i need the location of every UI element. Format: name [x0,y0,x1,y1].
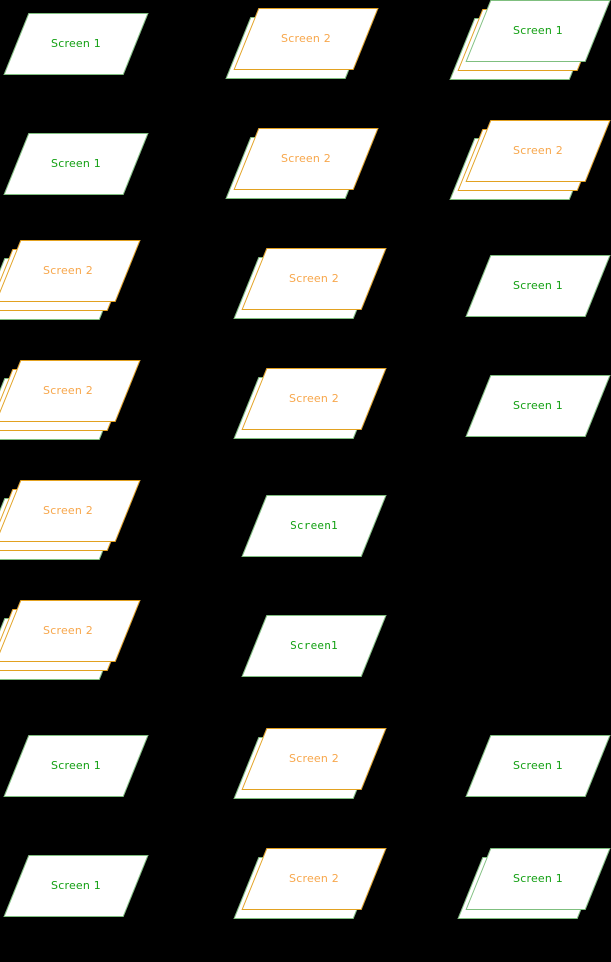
grid-cell-r5c2: Screen1 [238,487,423,602]
shape-stack[interactable]: Screen 1 [462,247,611,362]
parallelogram-green-layer-0[interactable]: Screen1 [241,495,387,557]
grid-cell-r3c2: Screen 2 [233,240,423,355]
shape-stack[interactable]: Screen 2 [0,592,177,707]
parallelogram-green-layer-2[interactable]: Screen 1 [465,0,611,62]
grid-cell-r4c1: Screen 2 [0,352,177,467]
parallelogram-orange-layer-1[interactable]: Screen 2 [241,848,387,910]
shape-label: Screen 1 [513,872,563,885]
parallelogram-orange-layer-1[interactable]: Screen 2 [233,8,379,70]
shape-stack[interactable]: Screen 2 [225,120,415,235]
parallelogram-green-layer-0[interactable]: Screen 1 [465,375,611,437]
shape-label: Screen 2 [43,384,93,397]
shape-stack[interactable]: Screen 1 [462,367,611,482]
shape-label: Screen 2 [289,872,339,885]
parallelogram-green-layer-0[interactable]: Screen 1 [465,735,611,797]
parallelogram-orange-layer-2[interactable]: Screen 2 [0,240,141,302]
parallelogram-green-layer-0[interactable]: Screen 1 [3,133,149,195]
shape-stack[interactable]: Screen1 [238,487,423,602]
screen-shape-grid: Screen 1 Screen 2 Screen 1 Screen 1 Screen 2… [0,0,611,921]
shape-stack[interactable]: Screen 2 [225,0,415,115]
shape-stack[interactable]: Screen 2 [0,352,177,467]
shape-label: Screen1 [290,639,338,652]
grid-cell-r8c2: Screen 2 [233,840,423,955]
grid-cell-r1c1: Screen 1 [0,5,185,120]
shape-label: Screen 1 [513,399,563,412]
parallelogram-orange-layer-2[interactable]: Screen 2 [0,480,141,542]
grid-cell-r1c3: Screen 1 [449,0,611,107]
parallelogram-orange-layer-1[interactable]: Screen 2 [241,248,387,310]
grid-cell-r5c1: Screen 2 [0,472,177,587]
shape-stack[interactable]: Screen 2 [0,232,177,347]
grid-cell-r8c3: Screen 1 [457,840,611,955]
shape-label: Screen 1 [51,37,101,50]
shape-label: Screen 1 [513,24,563,37]
shape-stack[interactable]: Screen 1 [0,5,185,120]
parallelogram-orange-layer-1[interactable]: Screen 2 [241,368,387,430]
shape-stack[interactable]: Screen 2 [233,360,423,475]
grid-cell-r6c1: Screen 2 [0,592,177,707]
grid-cell-r4c2: Screen 2 [233,360,423,475]
shape-label: Screen 1 [51,759,101,772]
shape-stack[interactable]: Screen 1 [0,847,185,962]
parallelogram-orange-layer-2[interactable]: Screen 2 [465,120,611,182]
shape-stack[interactable]: Screen 1 [0,727,185,842]
parallelogram-green-layer-0[interactable]: Screen 1 [465,255,611,317]
shape-stack[interactable]: Screen 2 [233,720,423,835]
parallelogram-green-layer-1[interactable]: Screen 1 [465,848,611,910]
grid-cell-r7c3: Screen 1 [462,727,611,842]
shape-stack[interactable]: Screen 2 [449,112,611,227]
grid-cell-r6c2: Screen1 [238,607,423,722]
shape-label: Screen1 [290,519,338,532]
grid-cell-r7c1: Screen 1 [0,727,185,842]
grid-cell-r8c1: Screen 1 [0,847,185,962]
shape-stack[interactable]: Screen 1 [457,840,611,955]
shape-label: Screen 2 [281,32,331,45]
shape-label: Screen 1 [51,879,101,892]
parallelogram-orange-layer-2[interactable]: Screen 2 [0,600,141,662]
grid-cell-r1c2: Screen 2 [225,0,415,115]
parallelogram-green-layer-0[interactable]: Screen 1 [3,855,149,917]
shape-stack[interactable]: Screen 2 [0,472,177,587]
grid-cell-r2c1: Screen 1 [0,125,185,240]
shape-label: Screen 2 [289,752,339,765]
parallelogram-orange-layer-1[interactable]: Screen 2 [241,728,387,790]
parallelogram-green-layer-0[interactable]: Screen 1 [3,13,149,75]
shape-label: Screen 2 [43,264,93,277]
parallelogram-orange-layer-1[interactable]: Screen 2 [233,128,379,190]
shape-label: Screen 2 [43,504,93,517]
shape-stack[interactable]: Screen 1 [0,125,185,240]
shape-label: Screen 1 [513,759,563,772]
parallelogram-green-layer-0[interactable]: Screen1 [241,615,387,677]
shape-label: Screen 2 [289,392,339,405]
grid-cell-r7c2: Screen 2 [233,720,423,835]
shape-stack[interactable]: Screen1 [238,607,423,722]
grid-cell-r4c3: Screen 1 [462,367,611,482]
shape-label: Screen 2 [281,152,331,165]
grid-cell-r2c3: Screen 2 [449,112,611,227]
shape-stack[interactable]: Screen 1 [449,0,611,107]
grid-cell-r3c3: Screen 1 [462,247,611,362]
parallelogram-orange-layer-2[interactable]: Screen 2 [0,360,141,422]
shape-stack[interactable]: Screen 1 [462,727,611,842]
shape-label: Screen 1 [513,279,563,292]
grid-cell-r3c1: Screen 2 [0,232,177,347]
shape-stack[interactable]: Screen 2 [233,240,423,355]
shape-label: Screen 1 [51,157,101,170]
grid-cell-r2c2: Screen 2 [225,120,415,235]
shape-stack[interactable]: Screen 2 [233,840,423,955]
shape-label: Screen 2 [513,144,563,157]
shape-label: Screen 2 [289,272,339,285]
parallelogram-green-layer-0[interactable]: Screen 1 [3,735,149,797]
shape-label: Screen 2 [43,624,93,637]
